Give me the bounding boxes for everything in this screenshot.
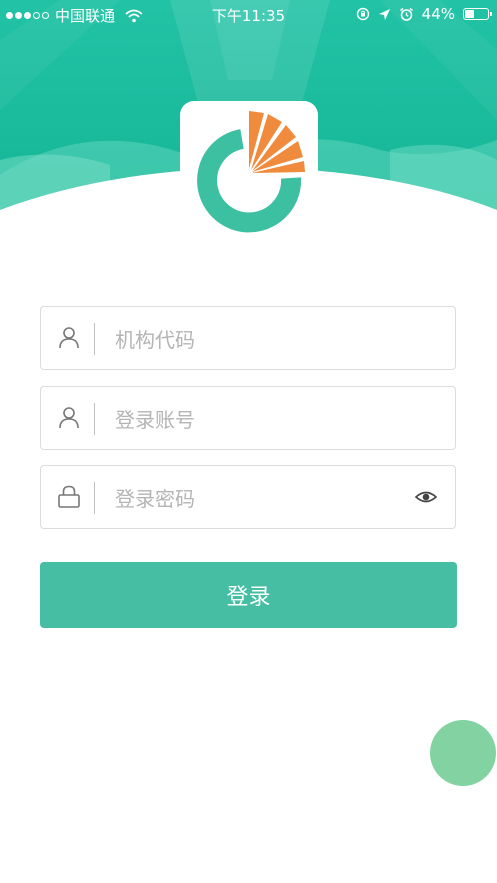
floating-action-button[interactable] (430, 720, 496, 786)
alarm-icon (399, 7, 413, 21)
location-arrow-icon (378, 8, 390, 20)
field-separator (94, 403, 95, 435)
password-field[interactable] (40, 465, 456, 529)
field-separator (94, 482, 95, 514)
lock-icon (58, 485, 80, 508)
org-code-input[interactable] (113, 319, 397, 361)
login-button[interactable]: 登录 (40, 562, 457, 628)
account-input[interactable] (113, 399, 397, 441)
battery-percent: 44% (421, 5, 455, 23)
user-icon (59, 407, 79, 429)
status-right: 44% (356, 5, 492, 23)
status-bar: 中国联通 下午11:35 44% (0, 0, 497, 28)
password-input[interactable] (113, 478, 397, 520)
user-icon (59, 327, 79, 349)
app-logo-icon (197, 111, 305, 233)
battery-fill (465, 10, 474, 18)
battery-icon (463, 8, 492, 20)
app-logo (180, 101, 318, 237)
eye-icon[interactable] (415, 488, 437, 506)
orientation-lock-icon (356, 7, 369, 21)
org-code-field[interactable] (40, 306, 456, 370)
field-separator (94, 323, 95, 355)
account-field[interactable] (40, 386, 456, 450)
